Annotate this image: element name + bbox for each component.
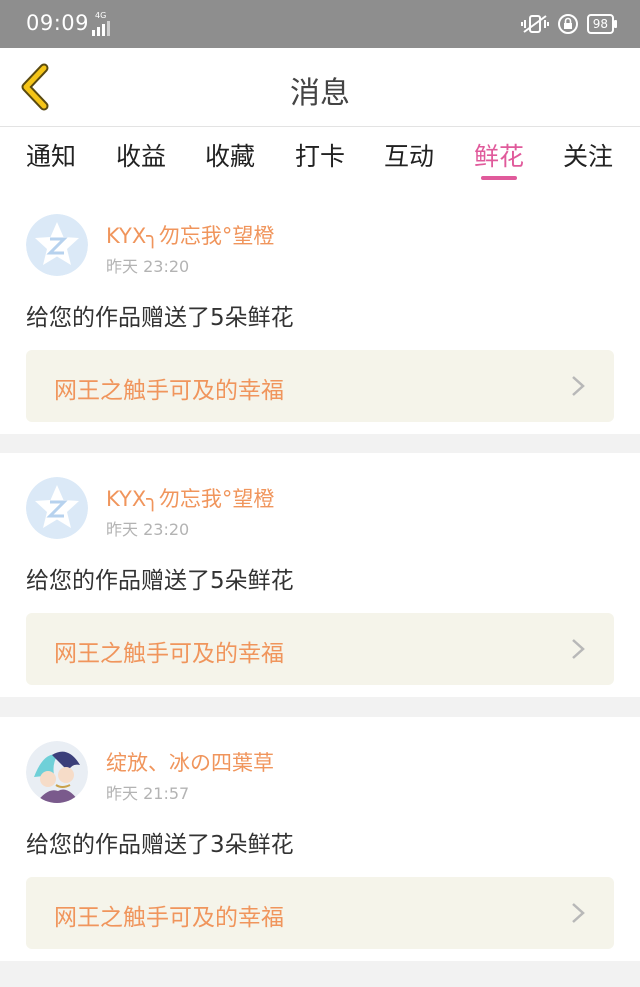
tab-earnings[interactable]: 收益	[116, 137, 166, 173]
work-title: 网王之触手可及的幸福	[54, 905, 284, 931]
chevron-right-icon	[572, 903, 585, 923]
tab-checkin[interactable]: 打卡	[295, 137, 345, 173]
default-avatar-icon[interactable]	[26, 214, 88, 276]
tab-flowers[interactable]: 鲜花	[474, 137, 524, 173]
tab-notifications[interactable]: 通知	[26, 137, 76, 173]
message-time: 昨天 23:20	[106, 520, 190, 539]
message-text: 给您的作品赠送了5朵鲜花	[26, 568, 294, 594]
message-card: KYX╮勿忘我°望橙 昨天 23:20 给您的作品赠送了5朵鲜花 网王之触手可及…	[0, 190, 640, 434]
sender-name[interactable]: 绽放、冰の四葉草	[106, 747, 274, 777]
work-title: 网王之触手可及的幸福	[54, 641, 284, 667]
work-link-box[interactable]: 网王之触手可及的幸福	[26, 350, 614, 422]
message-text: 给您的作品赠送了3朵鲜花	[26, 832, 294, 858]
work-link-box[interactable]: 网王之触手可及的幸福	[26, 613, 614, 685]
message-time: 昨天 21:57	[106, 784, 190, 803]
status-bar: 09:09 4G 98	[0, 0, 640, 48]
chevron-right-icon	[572, 639, 585, 659]
sender-name[interactable]: KYX╮勿忘我°望橙	[106, 483, 274, 513]
tab-following[interactable]: 关注	[563, 137, 613, 173]
signal-icon	[92, 21, 110, 36]
active-tab-indicator	[481, 176, 517, 180]
anime-avatar-icon[interactable]	[26, 741, 88, 803]
chevron-right-icon	[572, 376, 585, 396]
default-avatar-icon[interactable]	[26, 477, 88, 539]
lock-rotation-icon	[557, 14, 578, 34]
status-time: 09:09	[26, 11, 90, 35]
network-type-label: 4G	[95, 11, 107, 20]
message-text: 给您的作品赠送了5朵鲜花	[26, 305, 294, 331]
message-card: 绽放、冰の四葉草 昨天 21:57 给您的作品赠送了3朵鲜花 网王之触手可及的幸…	[0, 717, 640, 961]
message-card: KYX╮勿忘我°望橙 昨天 23:20 给您的作品赠送了5朵鲜花 网王之触手可及…	[0, 453, 640, 697]
work-title: 网王之触手可及的幸福	[54, 378, 284, 404]
header-bar: 消息	[0, 48, 640, 127]
work-link-box[interactable]: 网王之触手可及的幸福	[26, 877, 614, 949]
vibrate-mute-icon	[520, 15, 549, 33]
tab-interactions[interactable]: 互动	[384, 137, 434, 173]
page-title: 消息	[290, 76, 350, 111]
tab-favorites[interactable]: 收藏	[205, 137, 255, 173]
sender-name[interactable]: KYX╮勿忘我°望橙	[106, 220, 274, 250]
tab-bar: 通知 收益 收藏 打卡 互动 鲜花 关注	[0, 127, 640, 190]
battery-indicator: 98	[586, 14, 618, 34]
message-time: 昨天 23:20	[106, 257, 190, 276]
